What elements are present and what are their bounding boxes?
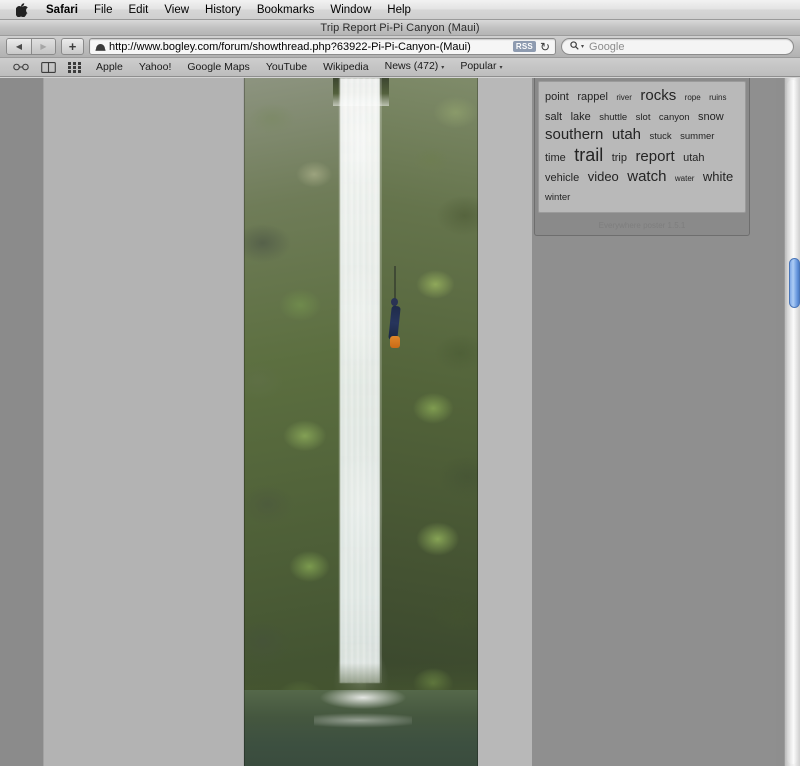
tag-link[interactable]: watch xyxy=(627,168,666,185)
back-button[interactable]: ◀ xyxy=(7,39,31,54)
tag-link[interactable]: video xyxy=(588,169,619,184)
page-title: Trip Report Pi-Pi Canyon (Maui) xyxy=(320,21,480,34)
safari-window: Trip Report Pi-Pi Canyon (Maui) ◀ ▶ + ht… xyxy=(0,20,800,766)
page-left-gutter xyxy=(0,78,43,766)
tag-link[interactable]: river xyxy=(616,93,632,102)
forum-right-sidebar: point rappel river rocks rope ruins salt… xyxy=(532,78,776,766)
bookmark-yahoo[interactable]: Yahoo! xyxy=(132,60,179,74)
window-title-bar[interactable]: Trip Report Pi-Pi Canyon (Maui) xyxy=(0,20,800,36)
menu-item-view[interactable]: View xyxy=(156,0,197,20)
tag-cloud-widget: point rappel river rocks rope ruins salt… xyxy=(534,78,750,236)
tag-link[interactable]: report xyxy=(635,148,674,165)
tag-link[interactable]: time xyxy=(545,152,566,164)
tag-link[interactable]: utah xyxy=(683,152,704,164)
forward-button[interactable]: ▶ xyxy=(31,39,55,54)
bookmark-apple[interactable]: Apple xyxy=(89,60,130,74)
menu-bar: Safari File Edit View History Bookmarks … xyxy=(0,0,800,20)
tag-link[interactable]: snow xyxy=(698,111,724,123)
new-tab-button[interactable]: + xyxy=(61,38,84,55)
tag-link[interactable]: stuck xyxy=(649,131,671,142)
tag-link[interactable]: trip xyxy=(612,152,627,164)
bookmark-wikipedia[interactable]: Wikipedia xyxy=(316,60,376,74)
scrollbar-track[interactable] xyxy=(787,80,798,764)
search-placeholder: Google xyxy=(589,40,625,53)
apple-logo-icon[interactable] xyxy=(14,2,30,18)
bookmark-popular-label: Popular xyxy=(460,60,497,72)
rss-badge[interactable]: RSS xyxy=(512,41,536,52)
search-input[interactable]: ▾ Google xyxy=(561,38,794,55)
menu-item-edit[interactable]: Edit xyxy=(121,0,157,20)
show-all-bookmarks-icon[interactable] xyxy=(8,60,34,74)
bookmarks-bar: Apple Yahoo! Google Maps YouTube Wikiped… xyxy=(0,58,800,77)
menu-item-bookmarks[interactable]: Bookmarks xyxy=(249,0,323,20)
menu-item-file[interactable]: File xyxy=(86,0,121,20)
scrollbar-thumb[interactable] xyxy=(789,258,800,308)
tag-link[interactable]: shuttle xyxy=(599,112,627,123)
bookmarks-book-icon[interactable] xyxy=(36,60,61,74)
reload-icon[interactable]: ↻ xyxy=(540,41,550,53)
tag-link[interactable]: trail xyxy=(574,145,603,165)
menu-item-help[interactable]: Help xyxy=(379,0,419,20)
tag-link[interactable]: lake xyxy=(571,111,591,123)
url-text: http://www.bogley.com/forum/showthread.p… xyxy=(109,40,471,53)
tag-link[interactable]: southern xyxy=(545,126,603,143)
tag-link[interactable]: white xyxy=(703,169,733,184)
tag-link[interactable]: canyon xyxy=(659,112,690,123)
menu-item-safari[interactable]: Safari xyxy=(38,0,86,20)
menu-item-history[interactable]: History xyxy=(197,0,249,20)
chevron-down-icon: ▾ xyxy=(441,65,445,71)
bookmark-news[interactable]: News (472) ▾ xyxy=(378,59,452,75)
navigation-buttons: ◀ ▶ xyxy=(6,38,56,55)
menu-item-window[interactable]: Window xyxy=(322,0,379,20)
web-content-area: point rappel river rocks rope ruins salt… xyxy=(0,78,800,766)
top-sites-grid-icon[interactable] xyxy=(63,60,87,74)
tag-link[interactable]: utah xyxy=(612,126,641,143)
site-favicon-icon xyxy=(94,41,106,53)
address-bar[interactable]: http://www.bogley.com/forum/showthread.p… xyxy=(89,38,556,55)
tag-link[interactable]: summer xyxy=(680,131,714,142)
bookmark-popular[interactable]: Popular ▾ xyxy=(453,59,509,75)
tag-link[interactable]: vehicle xyxy=(545,172,579,184)
forum-page-body: point rappel river rocks rope ruins salt… xyxy=(43,78,776,766)
chevron-down-icon: ▾ xyxy=(499,65,503,71)
tag-cloud-list: point rappel river rocks rope ruins salt… xyxy=(538,81,746,213)
chevron-down-icon[interactable]: ▾ xyxy=(581,43,584,50)
forum-left-column xyxy=(44,78,243,766)
tag-link[interactable]: ruins xyxy=(709,93,726,102)
tag-link[interactable]: rocks xyxy=(640,87,676,104)
bookmark-google-maps[interactable]: Google Maps xyxy=(180,60,256,74)
vertical-scrollbar[interactable] xyxy=(784,78,800,766)
rappelling-climber xyxy=(388,266,401,352)
tag-link[interactable]: salt xyxy=(545,111,562,123)
tag-link[interactable]: point xyxy=(545,91,569,103)
tag-link[interactable]: water xyxy=(675,174,695,183)
bookmark-youtube[interactable]: YouTube xyxy=(259,60,314,74)
tag-cloud-footer: Everywhere poster 1.5.1 xyxy=(598,220,686,230)
search-icon xyxy=(570,40,579,53)
browser-toolbar: ◀ ▶ + http://www.bogley.com/forum/showth… xyxy=(0,36,800,58)
waterfall-photo[interactable] xyxy=(244,78,478,766)
bookmark-news-label: News (472) xyxy=(384,60,439,72)
tag-link[interactable]: slot xyxy=(636,112,651,123)
tag-link[interactable]: rappel xyxy=(577,91,608,103)
tag-link[interactable]: rope xyxy=(685,93,701,102)
tag-link[interactable]: winter xyxy=(545,192,570,203)
